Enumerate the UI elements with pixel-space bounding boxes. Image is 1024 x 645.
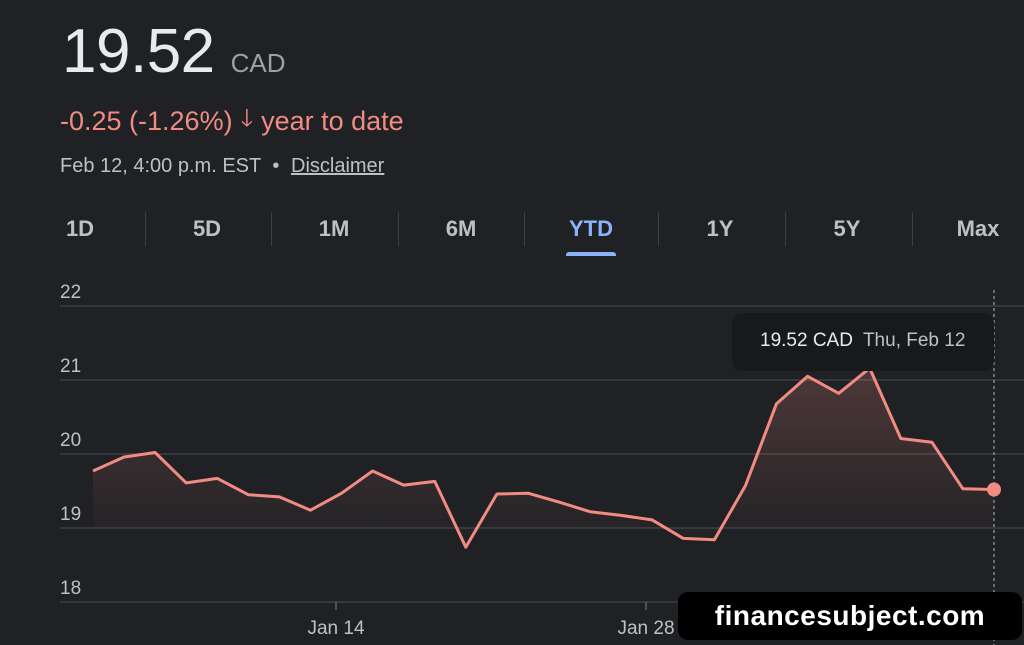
x-tick-label: Jan 28 [617, 618, 675, 639]
y-tick-label: 21 [60, 356, 82, 377]
y-tick-label: 18 [60, 578, 82, 599]
watermark: financesubject.com [678, 592, 1022, 640]
tooltip-value: 19.52 CAD [760, 330, 853, 351]
price-area-fill [93, 368, 994, 548]
y-tick-label: 22 [60, 282, 82, 303]
y-tick-label: 20 [60, 430, 82, 451]
tooltip-date: Thu, Feb 12 [862, 330, 966, 351]
chart-tooltip: 19.52 CAD Thu, Feb 12 [732, 313, 994, 371]
y-tick-label: 19 [60, 504, 82, 525]
hover-point [987, 482, 1001, 497]
x-tick-label: Jan 14 [307, 618, 365, 639]
